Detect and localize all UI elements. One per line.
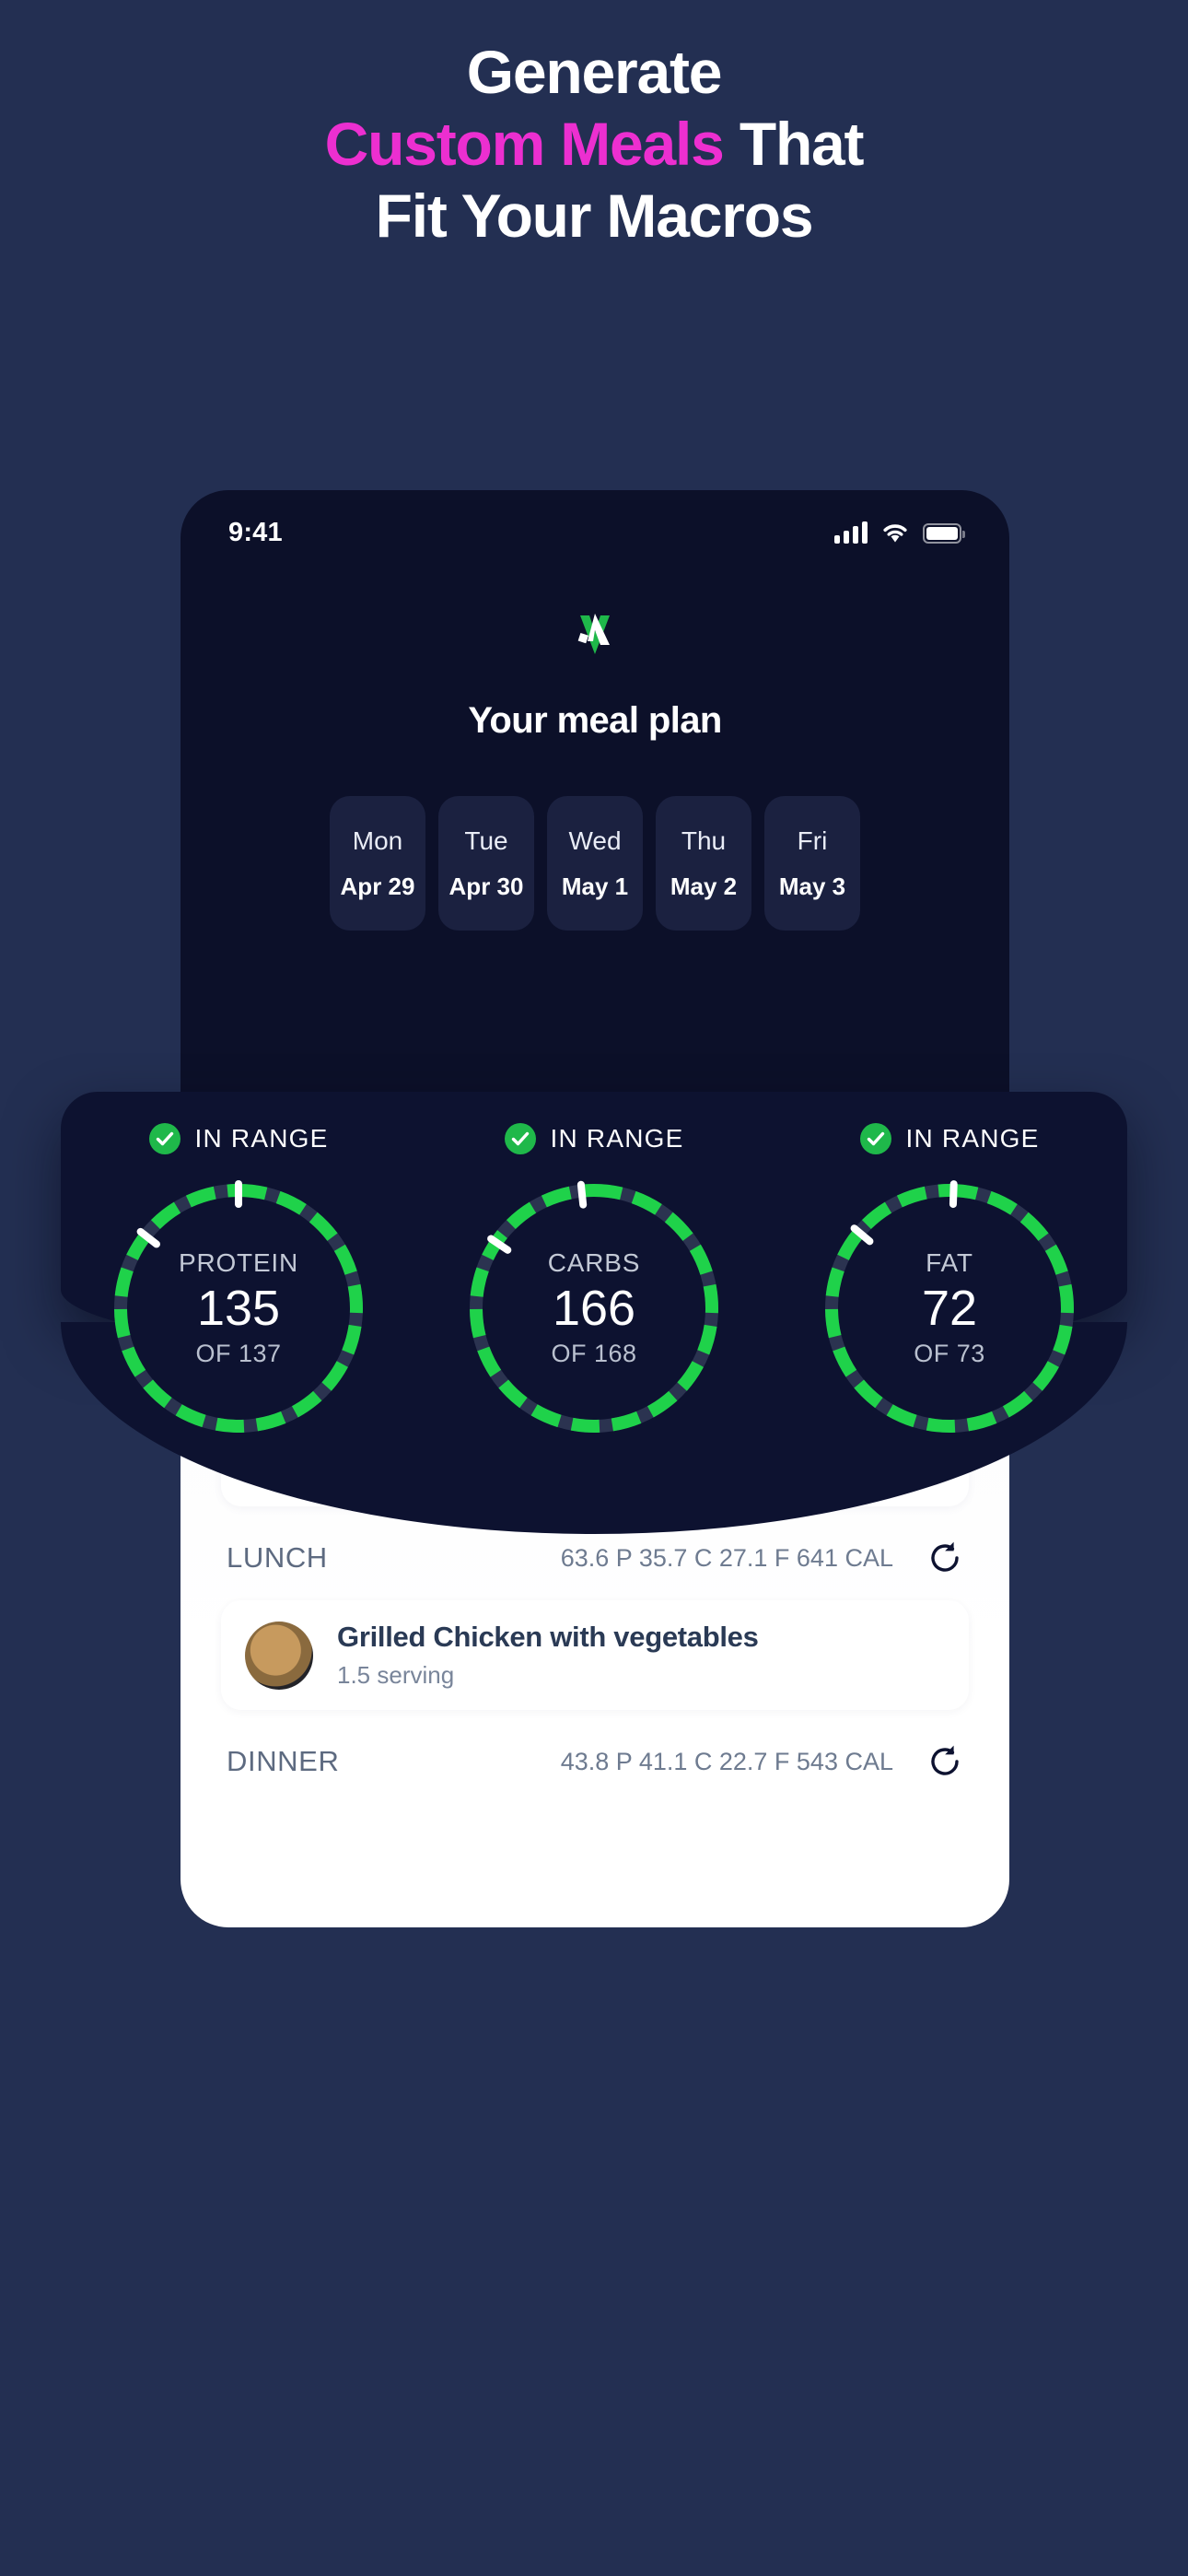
macro-value: 166 [552, 1281, 636, 1337]
wifi-icon [881, 521, 909, 544]
day-chip-date: May 1 [561, 872, 629, 900]
meal-item-card[interactable]: Grilled Chicken with vegetables 1.5 serv… [221, 1600, 969, 1710]
macro-ring-fat[interactable]: IN RANGE FAT 72 OF 73 [793, 1123, 1106, 1442]
check-circle-icon [859, 1123, 891, 1154]
macro-target: OF 168 [551, 1339, 637, 1367]
meal-section-name: LUNCH [227, 1541, 328, 1574]
meal-section-name: DINNER [227, 1745, 340, 1777]
day-chip-mon[interactable]: Mon Apr 29 [330, 796, 425, 931]
ring-center-label: PROTEIN 135 OF 137 [105, 1175, 372, 1442]
day-chip-date: Apr 29 [340, 872, 415, 900]
chicken-thumbnail [245, 1621, 313, 1690]
day-chip-dow: Tue [464, 825, 508, 855]
macro-value: 72 [921, 1281, 978, 1337]
page-title: Your meal plan [468, 700, 722, 741]
day-chip-thu[interactable]: Thu May 2 [656, 796, 751, 931]
day-chip-dow: Thu [681, 825, 727, 855]
macro-key: FAT [926, 1248, 973, 1278]
app-logo-icon [577, 614, 610, 654]
status-bar: 9:41 [181, 490, 1009, 575]
refresh-icon[interactable] [926, 1743, 963, 1780]
ring-center-label: FAT 72 OF 73 [816, 1175, 1083, 1442]
day-chip-dow: Fri [797, 825, 828, 855]
day-chip-date: May 3 [778, 872, 846, 900]
macro-key: PROTEIN [178, 1248, 299, 1278]
meal-section-header-dinner: DINNER 43.8 P 41.1 C 22.7 F 543 CAL [221, 1743, 969, 1780]
status-badge-label: IN RANGE [194, 1124, 329, 1153]
status-badge: IN RANGE [504, 1123, 684, 1154]
meal-section-header-lunch: LUNCH 63.6 P 35.7 C 27.1 F 641 CAL [221, 1540, 969, 1576]
page-headline: Generate Custom Meals That Fit Your Macr… [0, 37, 1188, 252]
macro-ring-protein[interactable]: IN RANGE PROTEIN 135 OF 137 [82, 1123, 395, 1442]
headline-line-2: Custom Meals That [0, 109, 1188, 181]
day-chip-tue[interactable]: Tue Apr 30 [438, 796, 534, 931]
app-logo [181, 601, 1009, 667]
day-chip-wed[interactable]: Wed May 1 [547, 796, 643, 931]
macro-summary-panel: IN RANGE PROTEIN 135 OF 137 IN RANGE CAR… [61, 1092, 1127, 1534]
check-circle-icon [148, 1123, 181, 1154]
status-badge: IN RANGE [148, 1123, 329, 1154]
macro-key: CARBS [547, 1248, 641, 1278]
ring-center-label: CARBS 166 OF 168 [460, 1175, 728, 1442]
day-chip-fri[interactable]: Fri May 3 [764, 796, 860, 931]
macro-target: OF 137 [195, 1339, 282, 1367]
headline-line-2-suffix: That [723, 109, 865, 178]
cellular-signal-icon [834, 521, 868, 544]
day-selector[interactable]: Mon Apr 29 Tue Apr 30 Wed May 1 Thu May … [181, 796, 1009, 931]
macro-value: 135 [196, 1281, 281, 1337]
day-chip-dow: Wed [568, 825, 622, 855]
meal-item-qty: 1.5 serving [337, 1661, 455, 1689]
check-circle-icon [504, 1123, 536, 1154]
status-badge: IN RANGE [859, 1123, 1040, 1154]
meal-section-macros: 43.8 P 41.1 C 22.7 F 543 CAL [560, 1747, 893, 1775]
meal-item-name: Grilled Chicken with vegetables [337, 1621, 759, 1653]
battery-icon [923, 523, 965, 544]
macro-target: OF 73 [914, 1339, 985, 1367]
meal-section-macros: 63.6 P 35.7 C 27.1 F 641 CAL [560, 1543, 893, 1572]
refresh-icon[interactable] [926, 1540, 963, 1576]
macro-ring-carbs[interactable]: IN RANGE CARBS 166 OF 168 [437, 1123, 751, 1442]
headline-line-3: Fit Your Macros [375, 181, 814, 250]
headline-accent: Custom Meals [324, 109, 725, 178]
status-badge-label: IN RANGE [550, 1124, 684, 1153]
status-badge-label: IN RANGE [905, 1124, 1040, 1153]
day-chip-date: Apr 30 [448, 872, 524, 900]
day-chip-date: May 2 [670, 872, 738, 900]
headline-line-1: Generate [466, 38, 723, 106]
status-bar-clock: 9:41 [228, 517, 283, 547]
day-chip-dow: Mon [352, 825, 403, 855]
